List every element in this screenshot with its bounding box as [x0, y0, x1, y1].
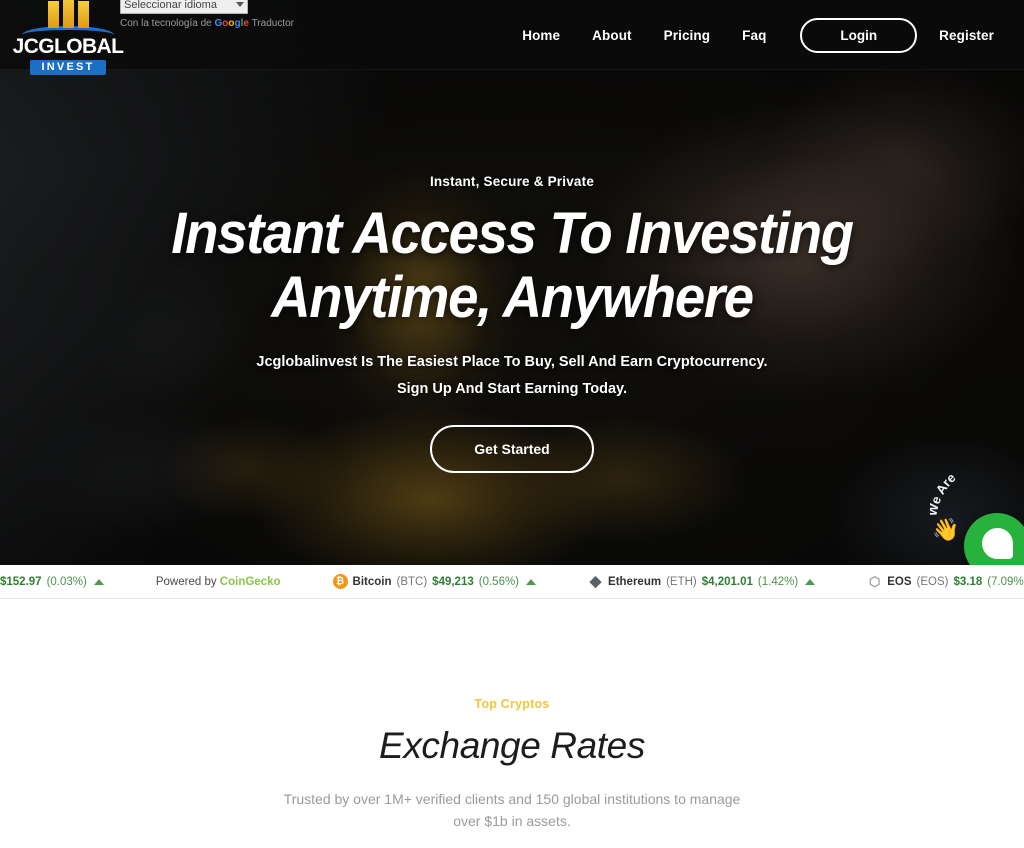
bitcoin-icon: ₿: [332, 574, 348, 589]
language-select-value: Seleccionar idioma: [124, 0, 217, 11]
hero-section: JCGLOBAL INVEST Seleccionar idioma Con l…: [0, 0, 1024, 565]
waving-hand-icon: 👋: [932, 517, 960, 542]
hero-title: Instant Access To Investing Anytime, Any…: [31, 205, 994, 327]
ticker-coin-symbol: (EOS): [916, 575, 949, 588]
hero-title-line-2: Anytime, Anywhere: [271, 265, 754, 330]
hero-subtitle-line-1: Jcglobalinvest Is The Easiest Place To B…: [256, 354, 768, 370]
ticker-change: (7.09%): [987, 575, 1024, 588]
main-navigation: Home About Pricing Faq Login Register: [506, 0, 1010, 70]
ticker-item-ethereum[interactable]: ◆ Ethereum (ETH) $4,201.01 (1.42%): [588, 573, 816, 590]
landing-page: JCGLOBAL INVEST Seleccionar idioma Con l…: [0, 0, 1024, 848]
hero-content: Instant, Secure & Private Instant Access…: [0, 70, 1024, 473]
crypto-price-ticker[interactable]: $152.97 (0.03%) Powered by CoinGecko ₿ B…: [0, 565, 1024, 599]
ticker-item-eos[interactable]: ⬡ EOS (EOS) $3.18 (7.09%): [867, 574, 1024, 589]
arrow-up-icon: [93, 578, 104, 585]
whatsapp-curved-text: We Are: [930, 470, 959, 517]
nav-item-home[interactable]: Home: [506, 28, 576, 43]
ticker-price: $49,213: [432, 575, 474, 588]
translate-credit-suffix: Traductor: [248, 18, 294, 29]
arrow-up-icon: [805, 578, 816, 585]
hero-subtitle: Jcglobalinvest Is The Easiest Place To B…: [0, 349, 1024, 403]
arrow-up-icon: [526, 578, 537, 585]
ticker-coin-symbol: (BTC): [396, 575, 428, 588]
brand-name: JCGLOBAL: [12, 35, 124, 58]
section-description-line-2: over $1b in assets.: [453, 812, 571, 829]
hero-eyebrow: Instant, Secure & Private: [429, 174, 595, 189]
section-description-line-1: Trusted by over 1M+ verified clients and…: [283, 791, 741, 807]
section-eyebrow: Top Cryptos: [474, 697, 550, 711]
ticker-price: $152.97: [0, 575, 42, 588]
coingecko-link[interactable]: CoinGecko: [220, 576, 281, 588]
ticker-change: (0.03%): [46, 575, 87, 588]
login-button[interactable]: Login: [800, 17, 918, 53]
ticker-coin-symbol: (ETH): [666, 575, 697, 588]
chevron-down-icon: [236, 2, 244, 7]
nav-item-about[interactable]: About: [576, 28, 647, 43]
ticker-coin-name: Bitcoin: [352, 575, 392, 588]
google-logo: Google: [214, 18, 249, 29]
ethereum-icon: ◆: [589, 573, 602, 590]
exchange-rates-section: Top Cryptos Exchange Rates Trusted by ov…: [0, 599, 1024, 833]
whatsapp-float-widget[interactable]: We Are 👋: [926, 455, 1024, 565]
section-title: Exchange Rates: [379, 725, 645, 766]
hero-subtitle-line-2: Sign Up And Start Earning Today.: [396, 380, 628, 397]
section-description: Trusted by over 1M+ verified clients and…: [277, 789, 747, 832]
ticker-change: (1.42%): [757, 575, 799, 588]
ticker-change: (0.56%): [478, 575, 520, 588]
ticker-price: $4,201.01: [701, 575, 753, 588]
language-select[interactable]: Seleccionar idioma: [120, 0, 248, 14]
ticker-credit-prefix: Powered by: [155, 575, 220, 588]
ticker-item-bitcoin[interactable]: ₿ Bitcoin (BTC) $49,213 (0.56%): [332, 574, 537, 589]
google-translate-widget[interactable]: Seleccionar idioma Con la tecnología de …: [120, 0, 330, 29]
ticker-coin-name: Ethereum: [608, 575, 662, 588]
translate-credit-prefix: Con la tecnología de: [120, 18, 215, 29]
translate-credit: Con la tecnología de Google Traductor: [120, 18, 330, 29]
logo-bars-icon: [10, 0, 126, 28]
nav-item-pricing[interactable]: Pricing: [648, 28, 726, 43]
ticker-credit[interactable]: Powered by CoinGecko: [156, 576, 281, 588]
hero-title-line-1: Instant Access To Investing: [171, 201, 854, 266]
ticker-price: $3.18: [953, 575, 983, 588]
eos-icon: ⬡: [869, 574, 881, 589]
brand-logo[interactable]: JCGLOBAL INVEST: [10, 0, 126, 75]
brand-subtitle: INVEST: [29, 60, 107, 75]
ticker-coin-name: EOS: [887, 575, 912, 588]
get-started-button[interactable]: Get Started: [430, 424, 594, 473]
ticker-leading-price[interactable]: $152.97 (0.03%): [0, 576, 104, 588]
nav-item-faq[interactable]: Faq: [726, 28, 782, 43]
site-header: JCGLOBAL INVEST Seleccionar idioma Con l…: [0, 0, 1024, 75]
register-button[interactable]: Register: [923, 28, 1010, 43]
